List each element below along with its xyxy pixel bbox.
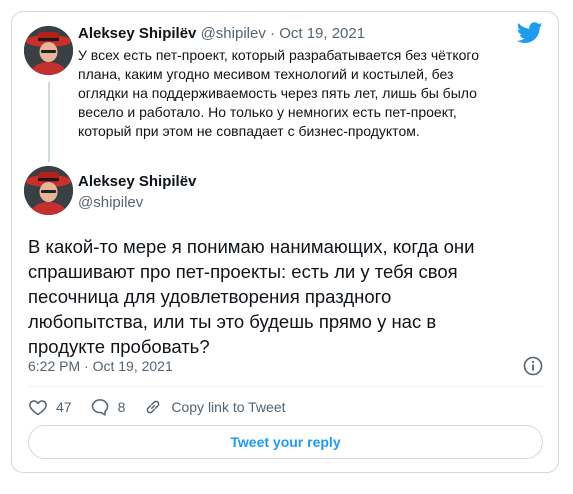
like-count: 47 (56, 399, 72, 415)
info-icon[interactable] (522, 355, 544, 377)
divider (28, 386, 543, 387)
thread-connector-line (48, 82, 50, 162)
parent-author-name[interactable]: Aleksey Shipilëv (78, 25, 196, 42)
main-text-line: песочница для удовлетворения праздного (28, 286, 392, 307)
tweet-actions: 47 8 Copy link to Tweet (28, 396, 304, 418)
copy-link-label: Copy link to Tweet (171, 399, 286, 415)
main-avatar[interactable] (24, 166, 73, 215)
parent-handle[interactable]: @shipilev (201, 25, 266, 42)
avatar-image (24, 26, 73, 75)
main-text-line: В какой-то мере я понимаю нанимающих, ко… (28, 236, 475, 257)
parent-tweet-text: У всех есть пет-проект, который разрабат… (78, 46, 528, 141)
copy-link-button[interactable]: Copy link to Tweet (143, 397, 286, 417)
tweet-your-reply-button[interactable]: Tweet your reply (28, 425, 543, 459)
parent-text-line: плана, каким угодно месивом технологий и… (78, 66, 454, 82)
parent-text-line: У всех есть пет-проект, который разрабат… (78, 47, 479, 63)
parent-avatar[interactable] (24, 26, 73, 75)
link-icon (147, 400, 160, 414)
reply-bubble-icon (91, 399, 108, 416)
main-text-line: любопытства, или ты это будешь прямо у н… (28, 311, 437, 332)
avatar-image (24, 166, 73, 215)
heart-icon (29, 400, 47, 416)
main-author-name[interactable]: Aleksey Shipilëv (78, 172, 196, 192)
tweet-timestamp[interactable]: 6:22 PM · Oct 19, 2021 (28, 356, 173, 376)
twitter-bird-icon[interactable] (517, 22, 543, 44)
main-text-line: спрашивают про пет-проекты: есть ли у те… (28, 261, 458, 282)
reply-button[interactable]: 8 (90, 397, 126, 417)
header-separator: · (270, 25, 276, 42)
main-tweet-text: В какой-то мере я понимаю нанимающих, ко… (28, 234, 538, 359)
reply-count: 8 (117, 399, 126, 415)
parent-date[interactable]: Oct 19, 2021 (279, 25, 365, 42)
main-handle[interactable]: @shipilev (78, 193, 143, 213)
parent-text-line: который при этом не совпадает с бизнес-п… (78, 123, 420, 139)
parent-tweet-header: Aleksey Shipilëv @shipilev · Oct 19, 202… (78, 24, 365, 44)
parent-text-line: оглядки на поддерживаемость через пять л… (78, 85, 477, 101)
like-button[interactable]: 47 (28, 397, 72, 417)
parent-text-line: весело и работало. Но только у немногих … (78, 104, 457, 120)
